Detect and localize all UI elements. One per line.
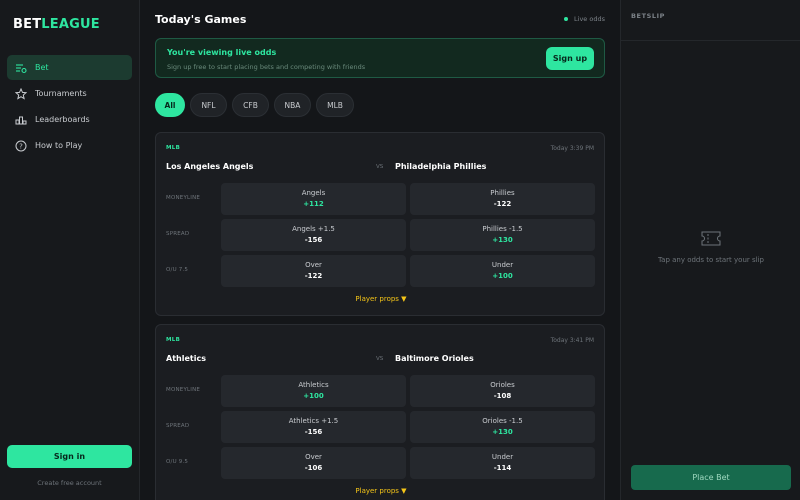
betslip-panel: BETSLIP Tap any odds to start your slip … (620, 0, 800, 500)
sidebar-item-leaderboards[interactable]: Leaderboards (7, 107, 132, 132)
home-team: Los Angeles Angels (166, 162, 254, 171)
market-row-moneyline: MONEYLINE Athletics +100 Orioles -108 (156, 375, 606, 407)
odds-button[interactable]: Phillies -1.5 +130 (410, 219, 595, 251)
odds-button[interactable]: Under -114 (410, 447, 595, 479)
odds-button[interactable]: Angels +112 (221, 183, 406, 215)
filter-nba[interactable]: NBA (274, 93, 311, 117)
market-row-spread: SPREAD Angels +1.5 -156 Phillies -1.5 +1… (156, 219, 606, 251)
vs-label: VS (376, 164, 384, 170)
help-icon: ? (15, 140, 27, 152)
sidebar-nav: Bet Tournaments Leaderboards ? How to Pl… (7, 55, 132, 159)
ticket-icon (701, 231, 721, 246)
player-props-toggle[interactable]: Player props ▼ (156, 295, 606, 303)
league-badge: MLB (166, 145, 181, 151)
betslip-empty-text: Tap any odds to start your slip (658, 256, 764, 264)
sidebar: BETLEAGUE Bet Tournaments Leaderboards ?… (0, 0, 140, 500)
odds-button[interactable]: Over -106 (221, 447, 406, 479)
main-content: Today's Games Live odds You're viewing l… (140, 0, 620, 500)
filter-mlb[interactable]: MLB (316, 93, 354, 117)
create-account-link[interactable]: Create free account (7, 479, 132, 487)
market-row-moneyline: MONEYLINE Angels +112 Phillies -122 (156, 183, 606, 215)
filter-all[interactable]: All (155, 93, 185, 117)
game-time: Today 3:39 PM (550, 145, 594, 152)
banner-subtitle: Sign up free to start placing bets and c… (167, 63, 366, 71)
market-row-total: O/U 7.5 Over -122 Under +100 (156, 255, 606, 287)
filter-cfb[interactable]: CFB (232, 93, 269, 117)
away-team: Baltimore Orioles (395, 354, 474, 363)
vs-label: VS (376, 356, 384, 362)
game-time: Today 3:41 PM (550, 337, 594, 344)
player-props-toggle[interactable]: Player props ▼ (156, 487, 606, 495)
banner-title: You're viewing live odds (167, 48, 277, 57)
game-card: MLB Today 3:39 PM Los Angeles Angels VS … (155, 132, 605, 316)
market-row-total: O/U 9.5 Over -106 Under -114 (156, 447, 606, 479)
place-bet-button[interactable]: Place Bet (631, 465, 791, 490)
league-filters: All NFL CFB NBA MLB (155, 93, 359, 117)
sign-in-button[interactable]: Sign in (7, 445, 132, 468)
game-card: MLB Today 3:41 PM Athletics VS Baltimore… (155, 324, 605, 500)
brand-logo[interactable]: BETLEAGUE (13, 17, 100, 32)
live-odds-indicator: Live odds (564, 15, 605, 23)
odds-button[interactable]: Orioles -108 (410, 375, 595, 407)
away-team: Philadelphia Phillies (395, 162, 487, 171)
live-dot-icon (564, 17, 569, 21)
league-badge: MLB (166, 337, 181, 343)
odds-button[interactable]: Phillies -122 (410, 183, 595, 215)
filter-nfl[interactable]: NFL (190, 93, 227, 117)
market-row-spread: SPREAD Athletics +1.5 -156 Orioles -1.5 … (156, 411, 606, 443)
sidebar-item-bet[interactable]: Bet (7, 55, 132, 80)
podium-icon (15, 114, 27, 126)
betslip-header: BETSLIP (631, 12, 666, 20)
odds-button[interactable]: Athletics +1.5 -156 (221, 411, 406, 443)
home-team: Athletics (166, 354, 206, 363)
svg-text:?: ? (19, 142, 23, 150)
star-icon (15, 87, 27, 100)
odds-button[interactable]: Orioles -1.5 +130 (410, 411, 595, 443)
bet-slip-icon (15, 62, 27, 74)
odds-button[interactable]: Over -122 (221, 255, 406, 287)
sidebar-item-tournaments[interactable]: Tournaments (7, 81, 132, 106)
live-odds-banner: You're viewing live odds Sign up free to… (155, 38, 605, 78)
sidebar-item-how-to-play[interactable]: ? How to Play (7, 133, 132, 158)
odds-button[interactable]: Under +100 (410, 255, 595, 287)
odds-button[interactable]: Angels +1.5 -156 (221, 219, 406, 251)
odds-button[interactable]: Athletics +100 (221, 375, 406, 407)
page-title: Today's Games (155, 13, 247, 26)
sign-up-button[interactable]: Sign up (546, 47, 594, 70)
betslip-divider (621, 40, 800, 41)
